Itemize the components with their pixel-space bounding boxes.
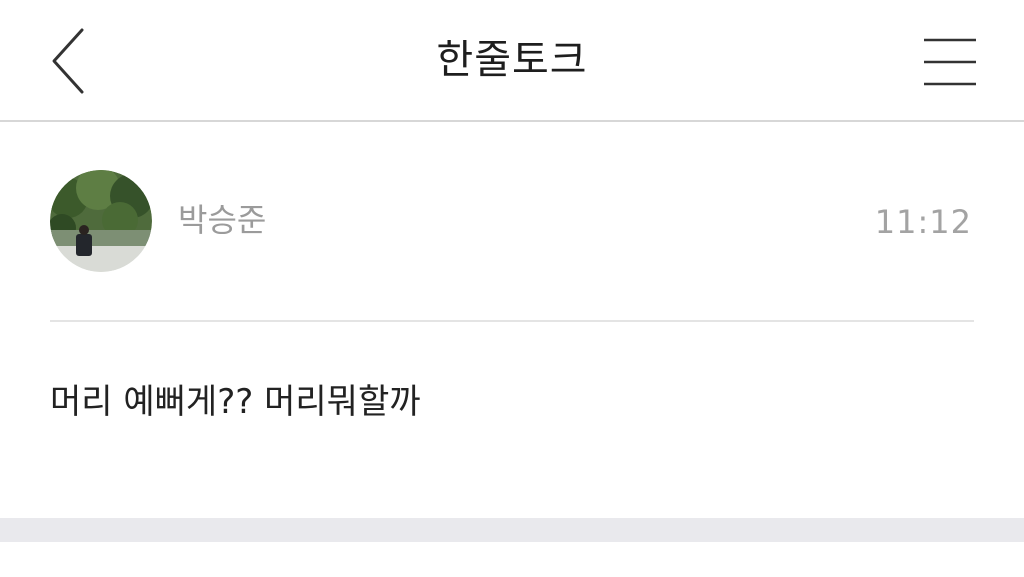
menu-button[interactable] bbox=[918, 30, 982, 94]
post-header: 박승준 11:12 bbox=[50, 170, 974, 274]
top-bar: 한줄토크 bbox=[0, 0, 1024, 122]
post-timestamp: 11:12 bbox=[874, 203, 972, 241]
post-message: 머리 예뻐게?? 머리뭐할까 bbox=[50, 382, 421, 422]
divider bbox=[50, 320, 974, 322]
avatar[interactable] bbox=[50, 170, 152, 272]
profile-photo bbox=[50, 170, 152, 272]
talk-screen: 한줄토크 박승준 11:12 머리 예뻐게?? 머리뭐할까 bbox=[0, 0, 1024, 577]
page-title: 한줄토크 bbox=[436, 37, 588, 83]
author-name[interactable]: 박승준 bbox=[178, 198, 266, 242]
hamburger-menu-icon bbox=[924, 38, 976, 86]
section-separator bbox=[0, 518, 1024, 542]
